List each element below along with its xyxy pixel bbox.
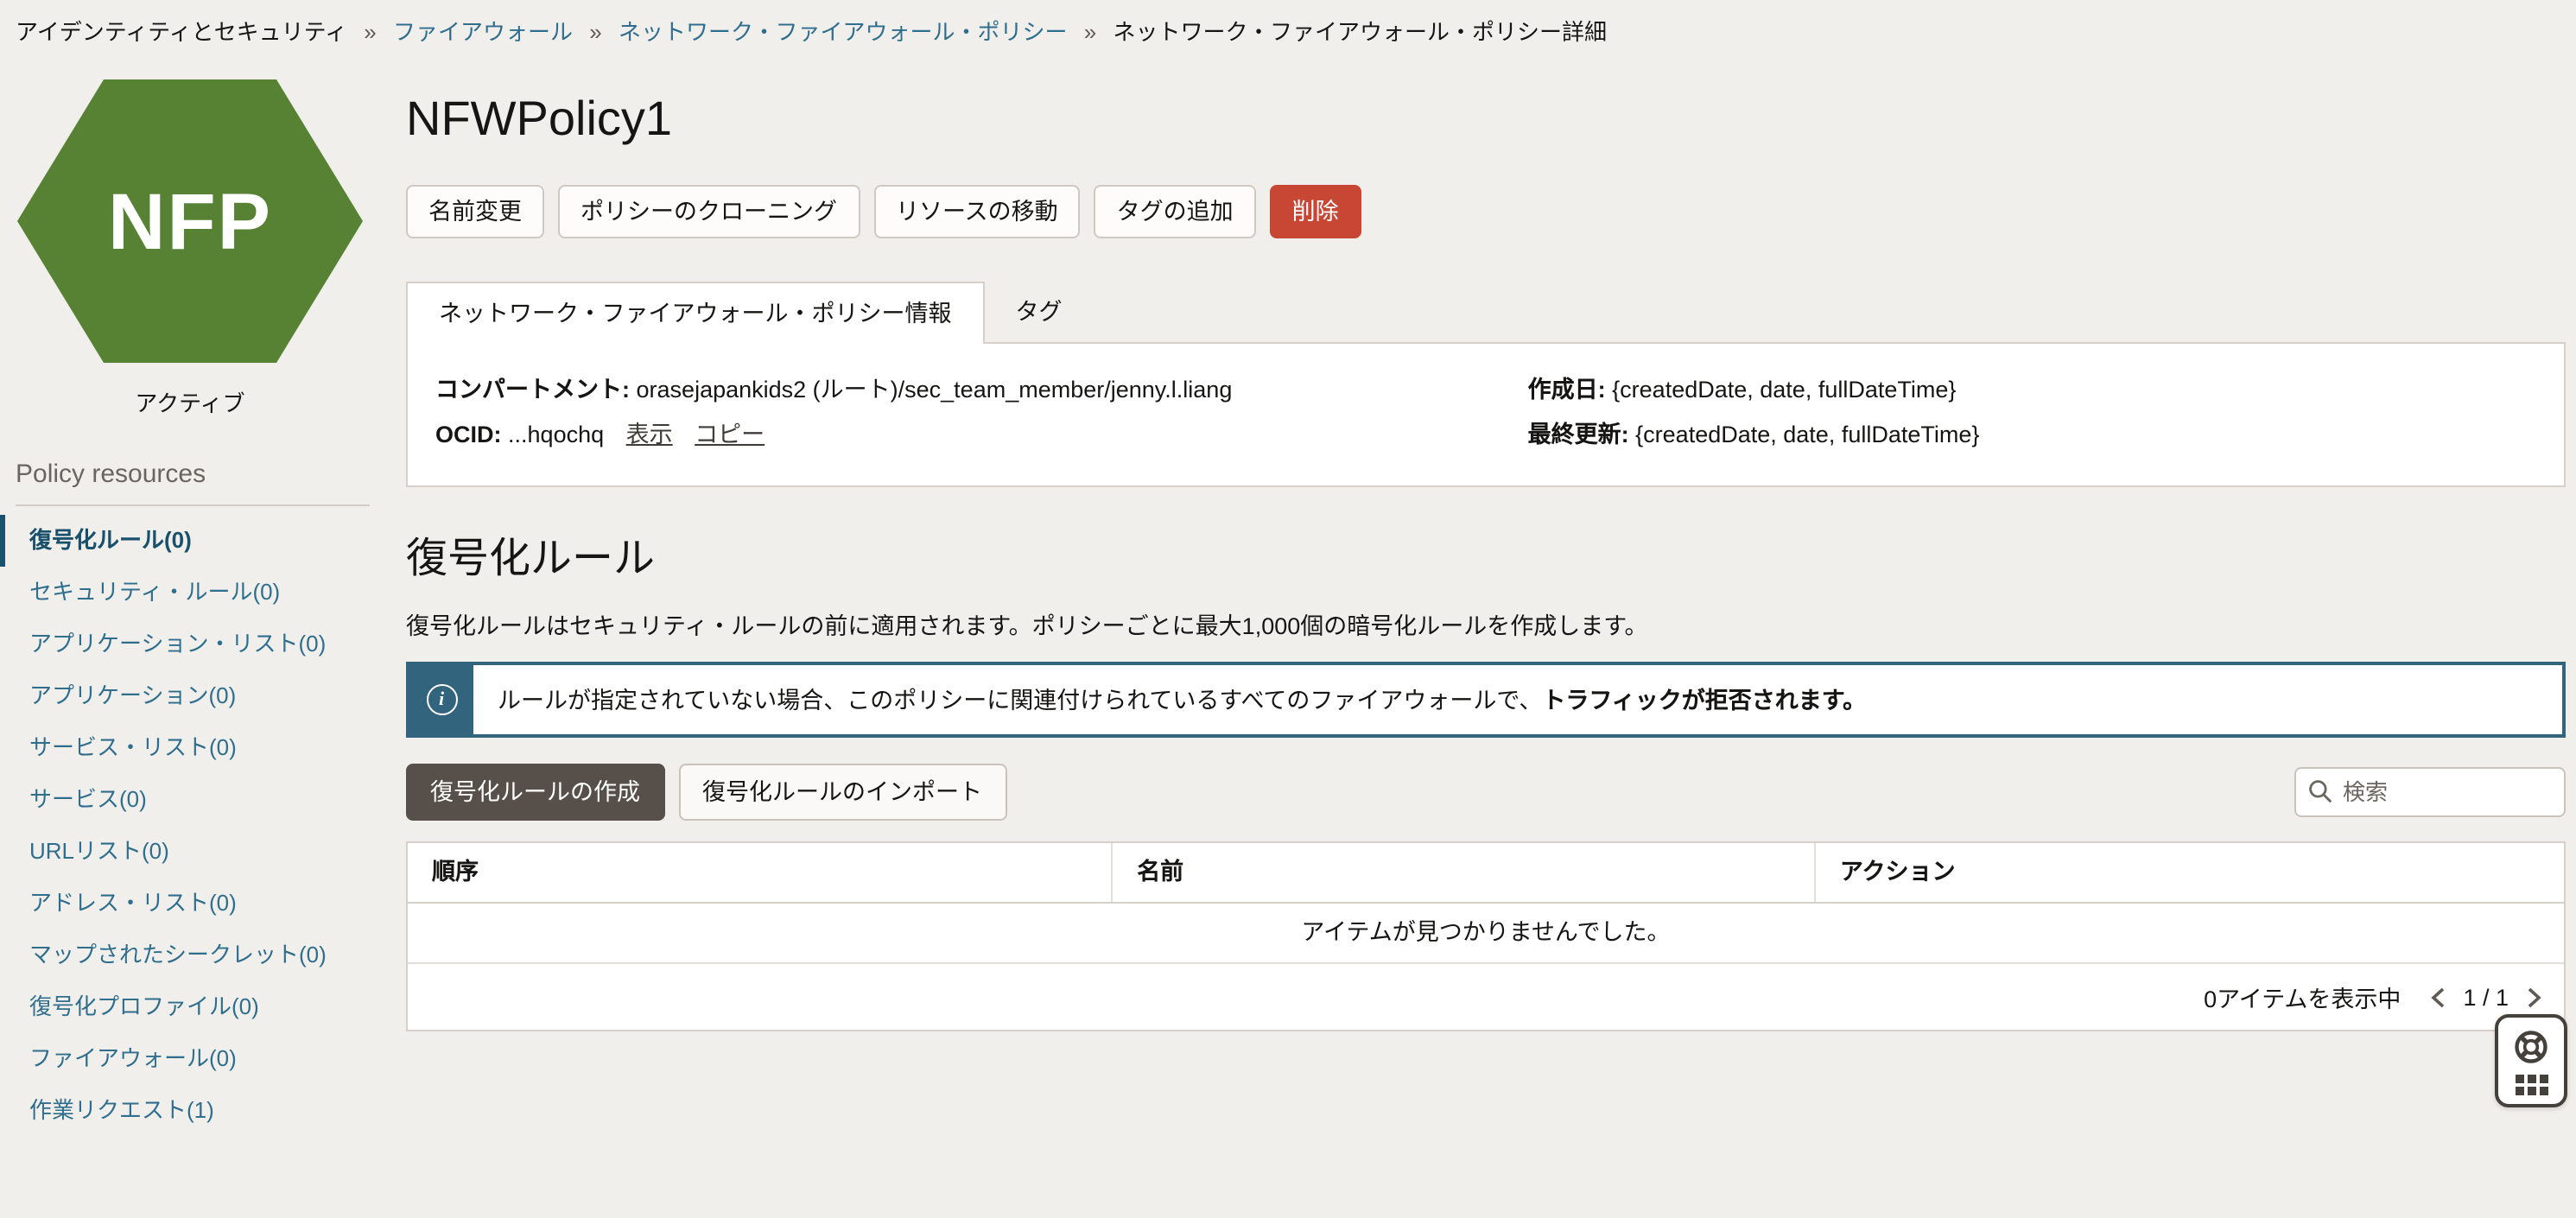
main-content: NFWPolicy1 名前変更 ポリシーのクローニング リソースの移動 タグの追…	[390, 47, 2576, 1031]
sidebar-item-security-rules[interactable]: セキュリティ・ルール(0)	[0, 567, 390, 619]
breadcrumb-item-policy-details: ネットワーク・ファイアウォール・ポリシー詳細	[1113, 19, 1607, 45]
detail-tabs: ネットワーク・ファイアウォール・ポリシー情報 タグ	[406, 282, 2566, 342]
ocid-show-link[interactable]: 表示	[626, 422, 673, 447]
chevron-left-icon	[2428, 986, 2447, 1008]
items-showing-text: 0アイテムを表示中	[2204, 980, 2401, 1014]
next-page-button[interactable]	[2524, 986, 2543, 1008]
sidebar-item-address-lists[interactable]: アドレス・リスト(0)	[0, 878, 390, 929]
pagination: 1 / 1	[2428, 984, 2543, 1010]
page-title: NFWPolicy1	[406, 90, 2566, 149]
sidebar-item-service-lists[interactable]: サービス・リスト(0)	[0, 722, 390, 774]
breadcrumb-separator: »	[364, 19, 376, 45]
delete-button[interactable]: 削除	[1270, 185, 1361, 238]
info-banner-text-bold: トラフィックが拒否されます。	[1542, 687, 1866, 713]
sidebar-item-decryption-profiles[interactable]: 復号化プロファイル(0)	[0, 981, 390, 1033]
compartment-row: コンパートメント: orasejapankids2 (ルート)/sec_team…	[435, 368, 1528, 413]
move-resource-button[interactable]: リソースの移動	[873, 185, 1081, 238]
column-header-action: アクション	[1816, 843, 2564, 902]
ocid-label: OCID:	[435, 422, 502, 447]
clone-policy-button[interactable]: ポリシーのクローニング	[558, 185, 860, 238]
decryption-rules-table: 順序 名前 アクション アイテムが見つかりませんでした。 0アイテムを表示中 1…	[406, 841, 2566, 1031]
updated-label: 最終更新:	[1528, 422, 1629, 447]
breadcrumb: アイデンティティとセキュリティ » ファイアウォール » ネットワーク・ファイア…	[0, 0, 2576, 47]
sidebar-item-application-lists[interactable]: アプリケーション・リスト(0)	[0, 619, 390, 670]
panel-right-column: 作成日: {createdDate, date, fullDateTime} 最…	[1528, 368, 2536, 458]
help-widget-button[interactable]	[2495, 1014, 2567, 1107]
grid-dots-icon	[2515, 1074, 2547, 1094]
create-decryption-rule-button[interactable]: 復号化ルールの作成	[406, 764, 664, 821]
decryption-rules-title: 復号化ルール	[406, 534, 2566, 586]
table-empty-message: アイテムが見つかりませんでした。	[408, 904, 2564, 964]
sidebar-item-decryption-rules[interactable]: 復号化ルール(0)	[0, 515, 390, 567]
table-footer: 0アイテムを表示中 1 / 1	[408, 964, 2564, 1030]
sidebar-item-url-lists[interactable]: URLリスト(0)	[0, 826, 390, 878]
compartment-value: orasejapankids2 (ルート)/sec_team_member/je…	[637, 377, 1233, 403]
updated-row: 最終更新: {createdDate, date, fullDateTime}	[1528, 413, 2536, 458]
tab-tags[interactable]: タグ	[984, 282, 1093, 342]
info-banner-text: ルールが指定されていない場合、このポリシーに関連付けられているすべてのファイアウ…	[473, 685, 1890, 714]
rename-button[interactable]: 名前変更	[406, 185, 544, 238]
page-indicator: 1 / 1	[2463, 984, 2509, 1010]
rules-toolbar: 復号化ルールの作成 復号化ルールのインポート	[406, 764, 2566, 821]
info-banner-text-normal: ルールが指定されていない場合、このポリシーに関連付けられているすべてのファイアウ…	[498, 687, 1542, 713]
breadcrumb-item-identity-security: アイデンティティとセキュリティ	[16, 19, 347, 45]
policy-resources-nav: 復号化ルール(0) セキュリティ・ルール(0) アプリケーション・リスト(0) …	[0, 515, 390, 1137]
breadcrumb-link-network-firewall-policies[interactable]: ネットワーク・ファイアウォール・ポリシー	[619, 19, 1068, 45]
decryption-rules-description: 復号化ルールはセキュリティ・ルールの前に適用されます。ポリシーごとに最大1,00…	[406, 612, 2566, 641]
sidebar-item-mapped-secrets[interactable]: マップされたシークレット(0)	[0, 929, 390, 981]
policy-resources-title: Policy resources	[16, 460, 390, 489]
tab-policy-information[interactable]: ネットワーク・ファイアウォール・ポリシー情報	[406, 282, 984, 344]
sidebar-item-work-requests[interactable]: 作業リクエスト(1)	[0, 1085, 390, 1137]
resource-hexagon-label: NFP	[108, 174, 272, 268]
sidebar-item-services[interactable]: サービス(0)	[0, 774, 390, 826]
sidebar-item-firewalls[interactable]: ファイアウォール(0)	[0, 1033, 390, 1085]
column-header-name: 名前	[1113, 843, 1816, 902]
sidebar: NFP アクティブ Policy resources 復号化ルール(0) セキュ…	[0, 47, 390, 1137]
updated-value: {createdDate, date, fullDateTime}	[1635, 422, 1979, 447]
panel-left-column: コンパートメント: orasejapankids2 (ルート)/sec_team…	[435, 368, 1528, 458]
ocid-row: OCID: ...hqochq 表示 コピー	[435, 413, 1528, 458]
policy-information-panel: コンパートメント: orasejapankids2 (ルート)/sec_team…	[406, 342, 2566, 487]
search-icon	[2308, 779, 2332, 803]
column-header-order: 順序	[408, 843, 1113, 902]
chevron-right-icon	[2524, 986, 2543, 1008]
status-label: アクティブ	[0, 385, 380, 418]
import-decryption-rules-button[interactable]: 復号化ルールのインポート	[678, 764, 1006, 821]
info-banner: i ルールが指定されていない場合、このポリシーに関連付けられているすべてのファイ…	[406, 662, 2566, 738]
ocid-value: ...hqochq	[508, 422, 604, 447]
info-banner-icon-block: i	[409, 665, 473, 734]
compartment-label: コンパートメント:	[435, 377, 630, 403]
sidebar-item-applications[interactable]: アプリケーション(0)	[0, 670, 390, 722]
breadcrumb-separator: »	[1084, 19, 1096, 45]
breadcrumb-separator: »	[589, 19, 601, 45]
search-box	[2294, 767, 2566, 817]
created-value: {createdDate, date, fullDateTime}	[1612, 377, 1956, 403]
lifebuoy-icon	[2512, 1027, 2550, 1065]
info-icon: i	[426, 684, 457, 715]
created-label: 作成日:	[1528, 377, 1606, 403]
action-buttons: 名前変更 ポリシーのクローニング リソースの移動 タグの追加 削除	[406, 185, 2566, 238]
sidebar-divider	[16, 504, 370, 506]
created-row: 作成日: {createdDate, date, fullDateTime}	[1528, 368, 2536, 413]
add-tags-button[interactable]: タグの追加	[1094, 185, 1256, 238]
table-header-row: 順序 名前 アクション	[408, 843, 2564, 904]
resource-hexagon-icon: NFP	[17, 79, 363, 363]
search-input[interactable]	[2294, 767, 2566, 817]
breadcrumb-link-firewalls[interactable]: ファイアウォール	[393, 19, 573, 45]
previous-page-button[interactable]	[2428, 986, 2447, 1008]
ocid-copy-link[interactable]: コピー	[695, 422, 765, 447]
